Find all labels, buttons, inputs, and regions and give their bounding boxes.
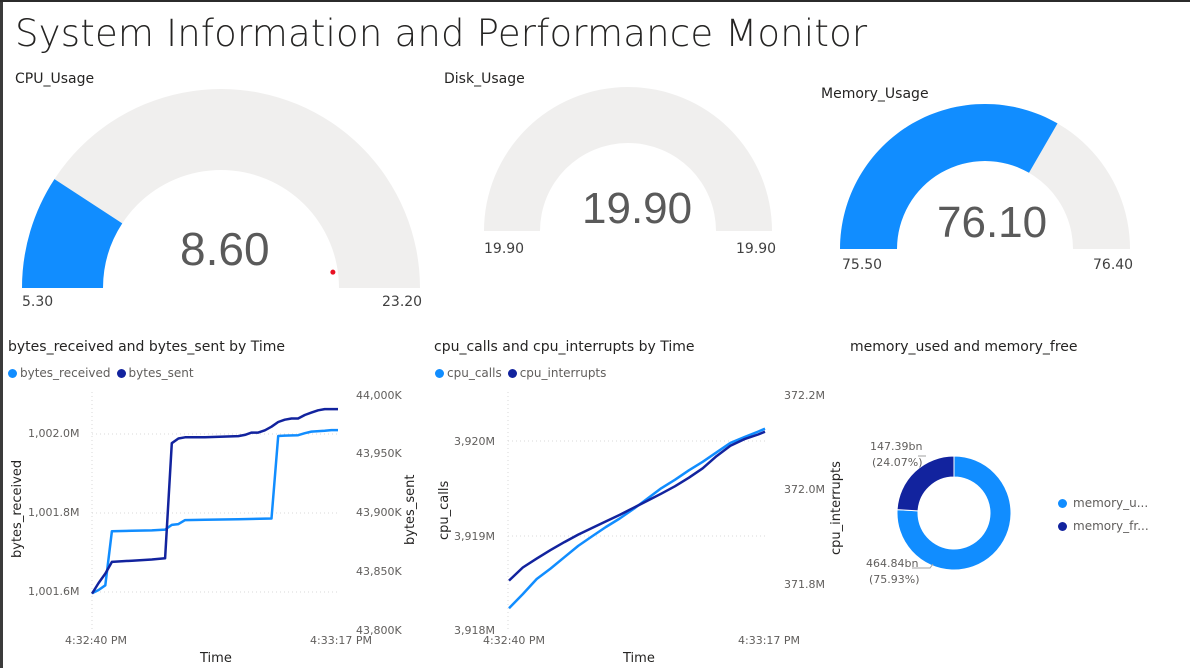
legend-label-memory-used: memory_u... bbox=[1073, 496, 1149, 510]
legend-dot-memory-free bbox=[1058, 521, 1067, 531]
donut-label-used-percent: (75.93%) bbox=[869, 573, 920, 586]
donut-legend-item-used[interactable]: memory_u... bbox=[1058, 496, 1148, 510]
donut-legend-item-free[interactable]: memory_fr... bbox=[1058, 519, 1149, 533]
donut-label-free-value: 147.39bn bbox=[870, 440, 923, 453]
memory-donut bbox=[896, 455, 1012, 571]
legend-label-memory-free: memory_fr... bbox=[1073, 519, 1149, 533]
donut-label-used-value: 464.84bn bbox=[866, 557, 919, 570]
legend-dot-memory-used bbox=[1058, 498, 1067, 508]
donut-label-free-percent: (24.07%) bbox=[872, 456, 923, 469]
